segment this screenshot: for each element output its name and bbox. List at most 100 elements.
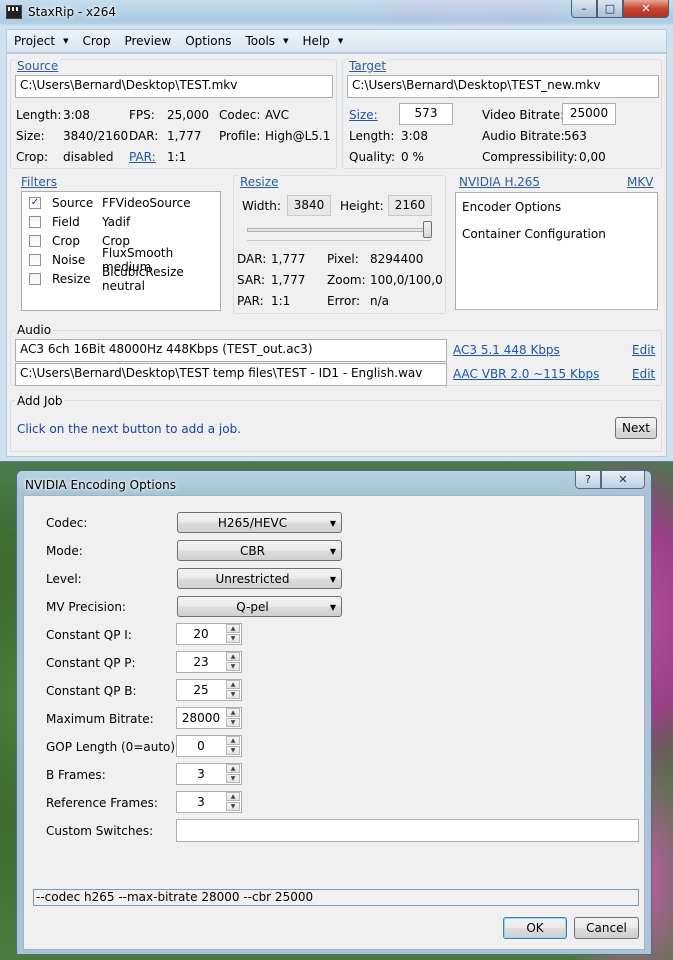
filter-value: Yadif xyxy=(102,214,131,229)
audio-track2-edit-link[interactable]: Edit xyxy=(632,367,655,381)
target-title[interactable]: Target xyxy=(347,59,389,73)
level-dropdown[interactable]: Unrestricted ▼ xyxy=(177,568,342,589)
encoder-title-link[interactable]: NVIDIA H.265 xyxy=(457,175,543,189)
gop-length-spinner[interactable]: 0 ▲ ▼ xyxy=(176,735,242,757)
spin-down-icon[interactable]: ▼ xyxy=(226,774,240,783)
spin-up-icon[interactable]: ▲ xyxy=(226,792,240,801)
resize-error-label: Error: xyxy=(327,294,361,308)
encoder-options-list[interactable]: Encoder Options Container Configuration xyxy=(455,192,658,310)
spin-up-icon[interactable]: ▲ xyxy=(226,652,240,661)
custom-switches-label: Custom Switches: xyxy=(46,824,154,838)
spin-up-icon[interactable]: ▲ xyxy=(226,708,240,717)
filter-checkbox-field[interactable] xyxy=(29,215,41,228)
window-controls: – □ ✕ xyxy=(571,0,669,18)
spin-up-icon[interactable]: ▲ xyxy=(226,764,240,773)
filter-row-source[interactable]: ✓ Source FFVideoSource xyxy=(22,193,220,212)
mode-dropdown[interactable]: CBR ▼ xyxy=(177,540,342,561)
next-button[interactable]: Next xyxy=(615,417,657,439)
spin-down-icon[interactable]: ▼ xyxy=(226,746,240,755)
maximize-button[interactable]: □ xyxy=(597,0,623,18)
target-size-field[interactable]: 573 xyxy=(399,103,453,125)
audio-track2-field[interactable]: C:\Users\Bernard\Desktop\TEST temp files… xyxy=(15,363,447,386)
filter-checkbox-noise[interactable] xyxy=(29,253,41,266)
filter-name: Source xyxy=(52,195,94,210)
menu-tools[interactable]: Tools ▼ xyxy=(239,30,296,52)
target-path-field[interactable]: C:\Users\Bernard\Desktop\TEST_new.mkv xyxy=(347,75,659,98)
constant-qp-p-value[interactable]: 23 xyxy=(177,652,225,672)
target-length-value: 3:08 xyxy=(401,129,428,143)
resize-width-field[interactable]: 3840 xyxy=(287,195,331,216)
minimize-button[interactable]: – xyxy=(571,0,597,18)
dialog-close-button[interactable]: ✕ xyxy=(601,471,645,489)
constant-qp-i-value[interactable]: 20 xyxy=(177,624,225,644)
spin-down-icon[interactable]: ▼ xyxy=(226,718,240,727)
filters-list[interactable]: ✓ Source FFVideoSource Field Yadif Crop … xyxy=(21,191,221,311)
audio-track2-profile-link[interactable]: AAC VBR 2.0 ~115 Kbps xyxy=(453,367,599,381)
add-job-title: Add Job xyxy=(15,394,65,408)
resize-slider-scale xyxy=(247,240,431,241)
b-frames-value[interactable]: 3 xyxy=(177,764,225,784)
mv-precision-dropdown[interactable]: Q-pel ▼ xyxy=(177,596,342,617)
b-frames-spinner[interactable]: 3 ▲ ▼ xyxy=(176,763,242,785)
help-button[interactable]: ? xyxy=(575,471,601,489)
custom-switches-field[interactable] xyxy=(176,819,639,842)
container-mkv-link[interactable]: MKV xyxy=(625,175,656,189)
target-video-bitrate-field[interactable]: 25000 xyxy=(562,103,616,125)
maximum-bitrate-spinner[interactable]: 28000 ▲ ▼ xyxy=(176,707,242,729)
spin-down-icon[interactable]: ▼ xyxy=(226,634,240,643)
spin-down-icon[interactable]: ▼ xyxy=(226,802,240,811)
target-quality-value: 0 % xyxy=(401,150,424,164)
container-configuration-item[interactable]: Container Configuration xyxy=(462,227,606,241)
resize-title[interactable]: Resize xyxy=(238,175,281,189)
command-line-preview[interactable]: --codec h265 --max-bitrate 28000 --cbr 2… xyxy=(33,889,639,906)
spin-up-icon[interactable]: ▲ xyxy=(226,736,240,745)
audio-track1-field[interactable]: AC3 6ch 16Bit 48000Hz 448Kbps (TEST_out.… xyxy=(15,339,447,362)
filter-row-field[interactable]: Field Yadif xyxy=(22,212,220,231)
menu-project[interactable]: Project ▼ xyxy=(7,30,75,52)
menu-crop[interactable]: Crop xyxy=(75,30,117,52)
constant-qp-i-spinner[interactable]: 20 ▲ ▼ xyxy=(176,623,242,645)
resize-dar-value: 1,777 xyxy=(271,252,306,266)
source-par-link[interactable]: PAR: xyxy=(129,150,156,164)
constant-qp-p-spinner[interactable]: 23 ▲ ▼ xyxy=(176,651,242,673)
source-path-field[interactable]: C:\Users\Bernard\Desktop\TEST.mkv xyxy=(15,75,333,98)
resize-height-field[interactable]: 2160 xyxy=(388,195,432,216)
spin-up-icon[interactable]: ▲ xyxy=(226,624,240,633)
source-title[interactable]: Source xyxy=(15,59,61,73)
title-bar[interactable]: StaxRip - x264 – □ ✕ xyxy=(0,0,673,24)
filters-title[interactable]: Filters xyxy=(19,175,59,189)
menu-options[interactable]: Options xyxy=(178,30,238,52)
constant-qp-b-spinner[interactable]: 25 ▲ ▼ xyxy=(176,679,242,701)
filter-checkbox-crop[interactable] xyxy=(29,234,41,247)
close-button[interactable]: ✕ xyxy=(623,0,669,18)
dialog-title[interactable]: NVIDIA Encoding Options xyxy=(25,478,176,492)
spin-up-icon[interactable]: ▲ xyxy=(226,680,240,689)
target-size-link[interactable]: Size: xyxy=(349,108,378,122)
resize-slider-thumb[interactable] xyxy=(423,221,432,238)
cancel-button[interactable]: Cancel xyxy=(574,917,639,939)
codec-dropdown[interactable]: H265/HEVC ▼ xyxy=(177,512,342,533)
spin-down-icon[interactable]: ▼ xyxy=(226,662,240,671)
resize-slider-track[interactable] xyxy=(247,228,431,232)
reference-frames-spinner[interactable]: 3 ▲ ▼ xyxy=(176,791,242,813)
resize-dar-label: DAR: xyxy=(237,252,267,266)
gop-length-label: GOP Length (0=auto): xyxy=(46,740,180,754)
maximum-bitrate-label: Maximum Bitrate: xyxy=(46,712,154,726)
filter-checkbox-resize[interactable] xyxy=(29,272,41,285)
constant-qp-b-value[interactable]: 25 xyxy=(177,680,225,700)
filter-row-resize[interactable]: Resize BicubicResize neutral xyxy=(22,265,220,293)
menu-options-label: Options xyxy=(185,34,232,48)
audio-track1-profile-link[interactable]: AC3 5.1 448 Kbps xyxy=(453,343,560,357)
filter-checkbox-source[interactable]: ✓ xyxy=(29,196,41,209)
encoder-options-item[interactable]: Encoder Options xyxy=(462,200,561,214)
main-window: StaxRip - x264 – □ ✕ Project ▼ Crop Previ… xyxy=(0,0,673,462)
reference-frames-value[interactable]: 3 xyxy=(177,792,225,812)
gop-length-value[interactable]: 0 xyxy=(177,736,225,756)
spin-down-icon[interactable]: ▼ xyxy=(226,690,240,699)
menu-help[interactable]: Help ▼ xyxy=(295,30,350,52)
target-video-bitrate-label: Video Bitrate: xyxy=(482,108,565,122)
menu-preview[interactable]: Preview xyxy=(117,30,178,52)
ok-button[interactable]: OK xyxy=(503,917,567,939)
audio-track1-edit-link[interactable]: Edit xyxy=(632,343,655,357)
maximum-bitrate-value[interactable]: 28000 xyxy=(177,708,225,728)
